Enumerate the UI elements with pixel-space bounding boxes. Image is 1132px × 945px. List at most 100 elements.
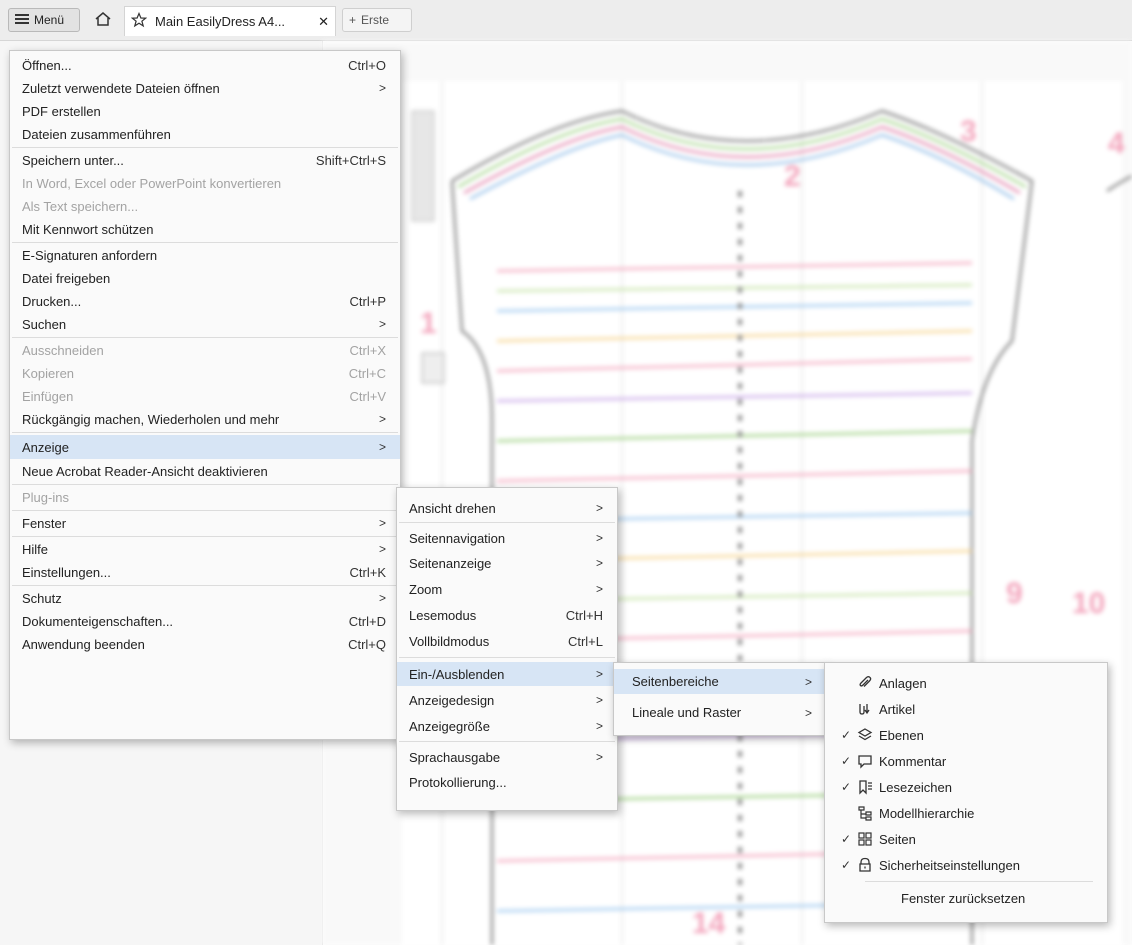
menu-item-convert: In Word, Excel oder PowerPoint konvertie… xyxy=(22,175,282,191)
menu-separator xyxy=(12,337,398,338)
chevron-right-icon: > xyxy=(595,582,603,596)
check-mark: ✓ xyxy=(841,754,852,768)
document-tab[interactable]: Main EasilyDress A4... ✕ xyxy=(124,6,336,36)
check-mark: ✓ xyxy=(841,858,852,872)
menu-item-display-size[interactable]: Anzeigegröße > xyxy=(397,715,617,737)
menu-item-display-theme[interactable]: Anzeigedesign > xyxy=(397,689,617,711)
bookmark-icon xyxy=(857,779,879,795)
menu-item-show-hide[interactable]: Ein-/Ausblenden > xyxy=(397,662,617,686)
menu-item-page-navigation[interactable]: Seitennavigation > xyxy=(397,527,617,549)
menu-item-read-out-loud[interactable]: Sprachausgabe > xyxy=(397,746,617,768)
menu-item-rotate-view[interactable]: Ansicht drehen > xyxy=(397,497,617,519)
pane-item-pages[interactable]: ✓ Seiten xyxy=(825,828,1107,850)
pane-item-comment[interactable]: ✓ Kommentar xyxy=(825,750,1107,772)
page-number-label: 10 xyxy=(1072,587,1105,620)
chevron-right-icon: > xyxy=(595,556,603,570)
menu-item-view[interactable]: Anzeige > xyxy=(10,435,400,459)
menu-item-combine-files[interactable]: Dateien zusammenführen xyxy=(10,123,400,145)
menu-item-protection[interactable]: Schutz > xyxy=(10,587,400,609)
pane-item-layers[interactable]: ✓ Ebenen xyxy=(825,724,1107,746)
check-mark: ✓ xyxy=(841,832,852,846)
show-hide-submenu: Seitenbereiche > Lineale und Raster > xyxy=(613,662,827,736)
menu-item-print[interactable]: Drucken... Ctrl+P xyxy=(10,290,400,312)
menu-button-label: Menü xyxy=(34,13,65,27)
chevron-right-icon: > xyxy=(378,591,386,605)
plus-icon: + xyxy=(349,13,357,27)
star-icon[interactable] xyxy=(130,11,148,31)
menu-separator xyxy=(12,536,398,537)
menu-item-password-protect[interactable]: Mit Kennwort schützen xyxy=(10,218,400,240)
navigation-panes-submenu: Anlagen Artikel ✓ Ebenen ✓ Kommentar ✓ L… xyxy=(824,662,1108,923)
chevron-right-icon: > xyxy=(378,516,386,530)
menu-item-request-esign[interactable]: E-Signaturen anfordern xyxy=(10,244,400,266)
pane-item-security-settings[interactable]: ✓ Sicherheitseinstellungen xyxy=(825,854,1107,876)
menu-item-cut: Ausschneiden Ctrl+X xyxy=(22,342,386,358)
page-number-label: 3 xyxy=(960,115,977,148)
menu-item-exit[interactable]: Anwendung beenden Ctrl+Q xyxy=(10,633,400,655)
menu-button[interactable]: Menü xyxy=(8,8,80,32)
menu-item-zoom[interactable]: Zoom > xyxy=(397,578,617,600)
menu-item-create-pdf[interactable]: PDF erstellen xyxy=(10,100,400,122)
menu-item-oeffnen[interactable]: Öffnen... Ctrl+O xyxy=(10,54,400,76)
menu-separator xyxy=(399,741,615,742)
pane-item-attachments[interactable]: Anlagen xyxy=(825,672,1107,694)
chevron-right-icon: > xyxy=(378,412,386,426)
menu-item-share-file[interactable]: Datei freigeben xyxy=(10,267,400,289)
menu-item-help[interactable]: Hilfe > xyxy=(10,538,400,560)
chevron-right-icon: > xyxy=(595,693,603,707)
menu-item-paste: Einfügen Ctrl+V xyxy=(22,388,386,404)
create-tab-button[interactable]: + Erste xyxy=(342,8,412,32)
pane-item-reset-window[interactable]: Fenster zurücksetzen xyxy=(825,887,1107,909)
page-number-label: 14 xyxy=(692,907,726,940)
chevron-right-icon: > xyxy=(378,542,386,556)
article-icon xyxy=(857,701,879,717)
chevron-right-icon: > xyxy=(595,719,603,733)
menu-item-page-display[interactable]: Seitenanzeige > xyxy=(397,552,617,574)
menu-separator xyxy=(865,881,1093,882)
pane-item-bookmarks[interactable]: ✓ Lesezeichen xyxy=(825,776,1107,798)
page-number-label: 9 xyxy=(1006,577,1023,610)
paperclip-icon xyxy=(857,675,879,691)
chevron-right-icon: > xyxy=(595,501,603,515)
pages-icon xyxy=(857,831,879,847)
menu-separator xyxy=(12,510,398,511)
menu-item-disable-new-view[interactable]: Neue Acrobat Reader-Ansicht deaktivieren xyxy=(10,460,400,482)
home-tab[interactable] xyxy=(90,8,116,32)
menu-item-undo-redo[interactable]: Rückgängig machen, Wiederholen und mehr > xyxy=(10,408,400,430)
menu-separator xyxy=(12,585,398,586)
menu-item-search[interactable]: Suchen > xyxy=(10,313,400,335)
menu-item-rulers-grids[interactable]: Lineale und Raster > xyxy=(614,700,826,725)
menu-item-save-as[interactable]: Speichern unter... Shift+Ctrl+S xyxy=(10,149,400,171)
menu-item-read-mode[interactable]: Lesemodus Ctrl+H xyxy=(397,604,617,626)
chevron-right-icon: > xyxy=(378,81,386,95)
chevron-right-icon: > xyxy=(378,317,386,331)
pane-item-model-tree[interactable]: Modellhierarchie xyxy=(825,802,1107,824)
chevron-right-icon: > xyxy=(595,531,603,545)
menu-item-recent-files[interactable]: Zuletzt verwendete Dateien öffnen > xyxy=(10,77,400,99)
menu-item-document-properties[interactable]: Dokumenteigenschaften... Ctrl+D xyxy=(10,610,400,632)
menu-item-save-as-text: Als Text speichern... xyxy=(22,198,139,214)
pane-item-articles[interactable]: Artikel xyxy=(825,698,1107,720)
comment-icon xyxy=(857,753,879,769)
menu-item-window[interactable]: Fenster > xyxy=(10,512,400,534)
check-mark: ✓ xyxy=(841,780,852,794)
layers-icon xyxy=(857,727,879,743)
create-tab-label: Erste xyxy=(361,13,390,27)
menu-separator xyxy=(12,432,398,433)
menu-separator xyxy=(12,147,398,148)
main-menu: Öffnen... Ctrl+O Zuletzt verwendete Datei… xyxy=(9,50,401,740)
page-number-label: 2 xyxy=(784,160,801,193)
menu-item-navigation-panes[interactable]: Seitenbereiche > xyxy=(614,669,826,694)
chevron-right-icon: > xyxy=(378,440,386,454)
hamburger-icon xyxy=(15,13,29,28)
close-tab-icon[interactable]: ✕ xyxy=(318,14,329,30)
view-submenu: Ansicht drehen > Seitennavigation > Seiten… xyxy=(396,487,618,811)
menu-item-preferences[interactable]: Einstellungen... Ctrl+K xyxy=(10,561,400,583)
menu-separator xyxy=(12,242,398,243)
document-tab-title: Main EasilyDress A4... xyxy=(155,14,286,29)
menu-item-full-screen[interactable]: Vollbildmodus Ctrl+L xyxy=(397,630,617,652)
menu-item-logging[interactable]: Protokollierung... xyxy=(397,771,617,793)
check-mark: ✓ xyxy=(841,728,852,742)
page-number-label: 1 xyxy=(420,307,437,340)
chevron-right-icon: > xyxy=(804,705,812,720)
